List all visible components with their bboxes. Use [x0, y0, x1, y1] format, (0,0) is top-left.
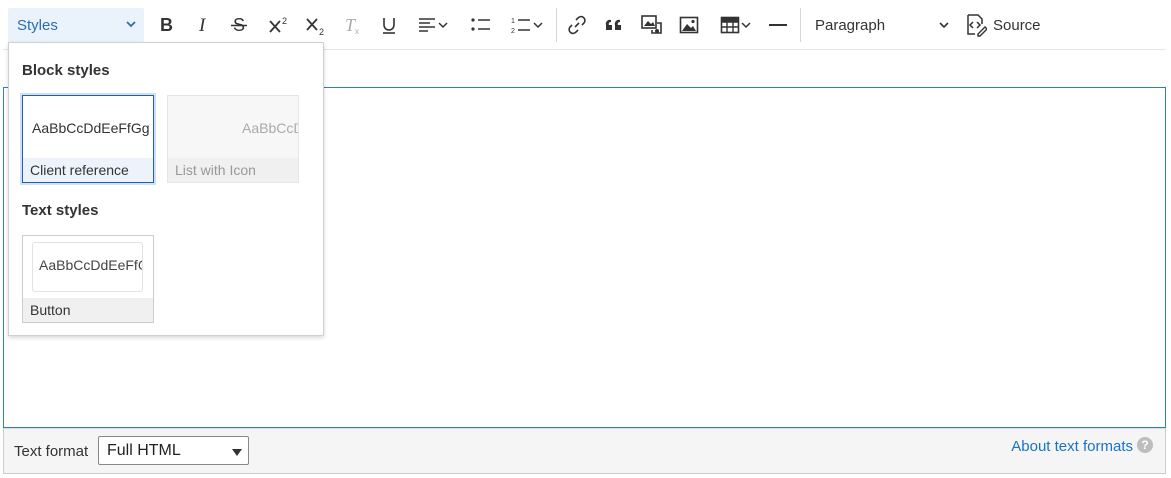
bold-button[interactable]: B — [153, 10, 179, 40]
styles-dropdown-label: Styles — [17, 16, 58, 34]
media-button[interactable] — [638, 10, 666, 40]
style-preview: AaBbCcDdEeFfGg — [32, 120, 150, 136]
superscript-icon: 2 — [269, 16, 287, 33]
underline-icon — [383, 18, 395, 34]
strikethrough-button[interactable]: S — [226, 10, 252, 40]
heading-dropdown[interactable]: Paragraph — [808, 10, 953, 40]
styles-dropdown[interactable]: Styles — [8, 8, 144, 42]
svg-text:2: 2 — [511, 28, 515, 35]
chevron-down-icon — [939, 22, 949, 29]
numbered-list-icon: 12 — [511, 18, 530, 35]
align-button[interactable] — [413, 10, 453, 40]
style-button[interactable]: AaBbCcDdEeFfGg Button — [22, 235, 154, 323]
style-label: List with Icon — [168, 158, 298, 182]
image-button[interactable] — [676, 10, 702, 40]
style-preview-area: AaBbCcDdEeFfGg — [23, 236, 153, 298]
text-styles-title: Text styles — [22, 202, 99, 219]
style-list-with-icon[interactable]: AaBbCcD List with Icon — [167, 95, 299, 183]
style-client-reference[interactable]: AaBbCcDdEeFfGg Client reference — [22, 95, 154, 183]
source-icon — [967, 14, 987, 37]
underline-button[interactable] — [376, 10, 402, 40]
caret-down-icon — [232, 449, 242, 456]
svg-text:2: 2 — [282, 16, 287, 26]
styles-panel: Block styles AaBbCcDdEeFfGg Client refer… — [8, 42, 324, 336]
remove-format-button[interactable]: Tx — [340, 10, 366, 40]
blockquote-button[interactable] — [601, 10, 627, 40]
svg-text:I: I — [198, 16, 207, 34]
help-icon[interactable]: ? — [1137, 437, 1153, 453]
table-button[interactable] — [714, 10, 758, 40]
source-button[interactable]: Source — [965, 9, 1041, 41]
about-text-formats-link[interactable]: About text formats — [1011, 438, 1133, 455]
text-format-label: Text format — [14, 443, 89, 460]
text-format-select[interactable]: Full HTML — [98, 436, 249, 465]
italic-icon: I — [198, 16, 207, 34]
superscript-button[interactable]: 2 — [265, 10, 293, 40]
italic-button[interactable]: I — [190, 10, 216, 40]
bulleted-list-icon — [471, 18, 490, 31]
source-label: Source — [993, 16, 1041, 34]
numbered-list-button[interactable]: 12 — [503, 10, 551, 40]
horizontal-line-icon — [769, 24, 787, 26]
svg-text:1: 1 — [511, 18, 515, 25]
subscript-icon: 2 — [306, 18, 324, 36]
table-icon — [720, 16, 740, 34]
bulleted-list-button[interactable] — [468, 10, 494, 40]
text-format-bar: Text format Full HTML About text formats… — [3, 428, 1166, 474]
chevron-down-icon — [741, 22, 751, 29]
style-preview: AaBbCcD — [242, 120, 298, 136]
style-label: Button — [23, 298, 153, 322]
chevron-down-icon — [438, 22, 448, 29]
text-format-value: Full HTML — [107, 441, 181, 459]
link-button[interactable] — [564, 10, 590, 40]
style-label: Client reference — [23, 158, 153, 182]
toolbar-separator — [800, 8, 801, 42]
align-left-icon — [419, 18, 435, 32]
subscript-button[interactable]: 2 — [302, 10, 330, 40]
toolbar-separator — [556, 8, 557, 42]
svg-text:2: 2 — [319, 27, 324, 36]
strikethrough-icon: S — [231, 15, 247, 35]
link-icon — [568, 15, 586, 35]
bold-icon: B — [160, 16, 173, 34]
chevron-down-icon — [126, 21, 136, 28]
heading-dropdown-label: Paragraph — [815, 16, 886, 34]
svg-text:B: B — [160, 16, 173, 34]
image-icon — [679, 16, 699, 34]
horizontal-line-button[interactable] — [766, 10, 790, 40]
chevron-down-icon — [533, 22, 543, 29]
remove-format-icon: Tx — [345, 15, 359, 36]
style-preview: AaBbCcDdEeFfGg — [32, 242, 143, 292]
svg-text:x: x — [355, 27, 359, 36]
blockquote-icon — [605, 19, 621, 30]
media-icon — [641, 15, 662, 34]
block-styles-title: Block styles — [22, 62, 110, 79]
